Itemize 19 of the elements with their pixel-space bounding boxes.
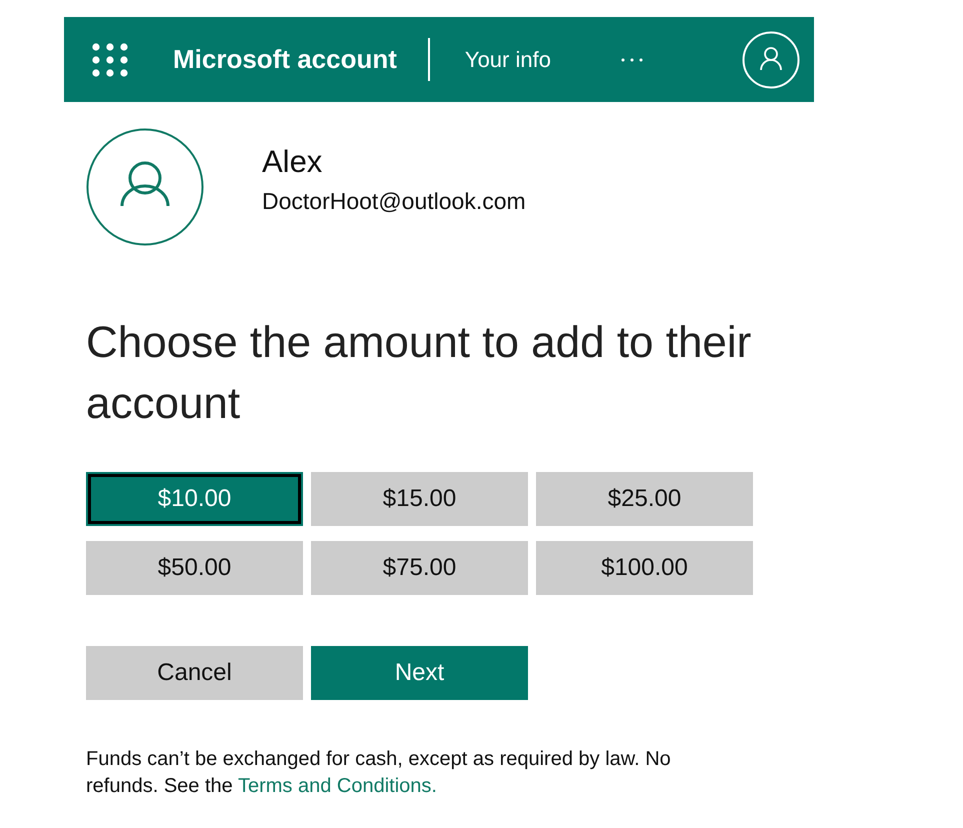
cancel-button[interactable]: Cancel <box>86 646 303 700</box>
user-avatar-icon <box>86 128 204 246</box>
page-heading: Choose the amount to add to their account <box>86 317 752 430</box>
amount-option[interactable]: $25.00 <box>536 472 753 526</box>
next-button[interactable]: Next <box>311 646 528 700</box>
amount-option[interactable]: $100.00 <box>536 541 753 595</box>
terms-link[interactable]: Terms and Conditions. <box>238 775 437 797</box>
app-title[interactable]: Microsoft account <box>173 44 397 75</box>
user-email: DoctorHoot@outlook.com <box>262 187 526 216</box>
disclaimer-text: Funds can’t be exchanged for cash, except as required by law. No refunds. See the Terms and Conditions. <box>86 747 672 799</box>
amount-option[interactable]: $15.00 <box>311 472 528 526</box>
account-avatar-icon[interactable] <box>742 30 800 88</box>
app-launcher-icon[interactable] <box>92 42 128 76</box>
user-name: Alex <box>262 143 324 181</box>
section-link[interactable]: Your info <box>464 46 551 72</box>
amount-option[interactable]: $50.00 <box>86 541 303 595</box>
more-icon[interactable] <box>620 58 643 62</box>
amount-option[interactable]: $10.00 <box>86 472 303 526</box>
amount-option[interactable]: $75.00 <box>311 541 528 595</box>
